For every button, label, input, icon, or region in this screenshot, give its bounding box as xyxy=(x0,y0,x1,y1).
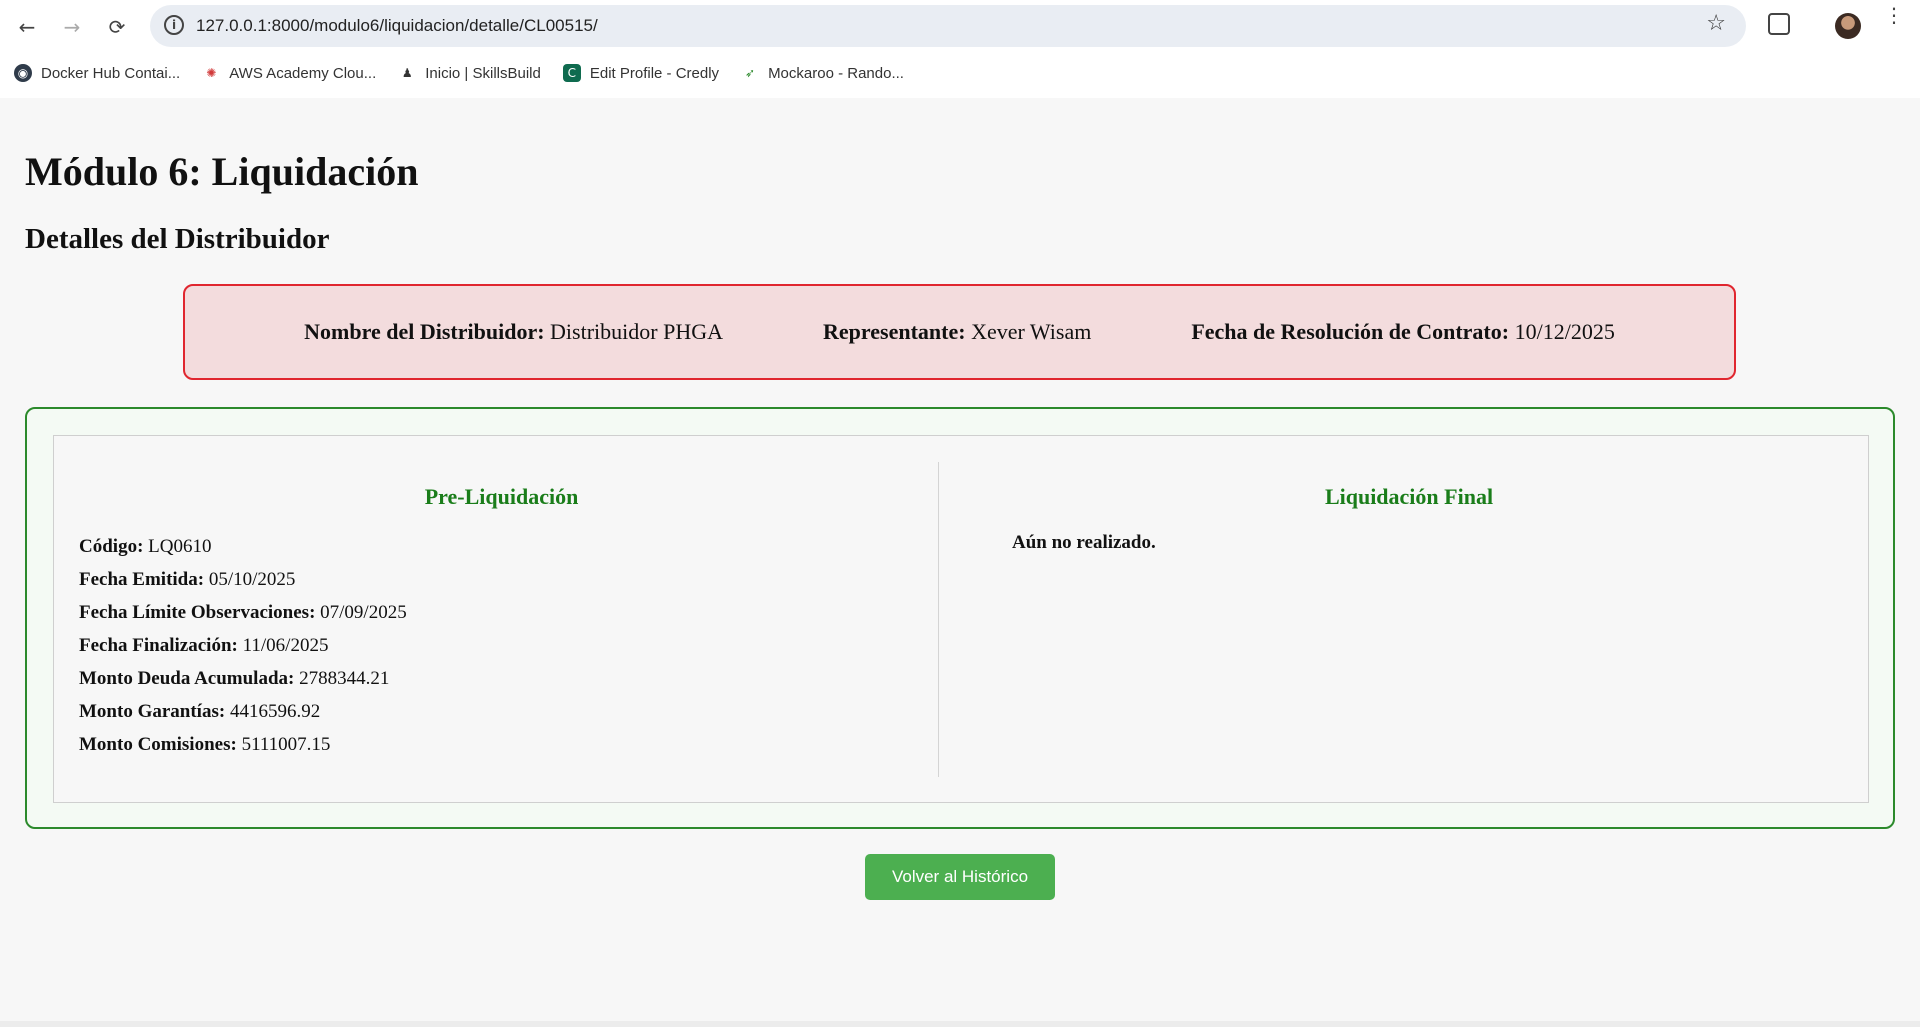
site-info-icon[interactable]: i xyxy=(164,15,184,35)
extensions-icon[interactable] xyxy=(1768,13,1790,35)
forward-arrow-icon[interactable]: → xyxy=(55,10,89,44)
field-value: 4416596.92 xyxy=(229,701,321,722)
field-value: 2788344.21 xyxy=(299,668,390,689)
field-monto-deuda: Monto Deuda Acumulada: 2788344.21 xyxy=(79,662,924,695)
browser-chrome: ← → ⟳ i 127.0.0.1:8000/modulo6/liquidaci… xyxy=(0,0,1920,98)
column-divider xyxy=(938,462,939,777)
liquidation-columns: Pre-Liquidación Código: LQ0610 Fecha Emi… xyxy=(53,435,1869,803)
field-label: Nombre del Distribuidor: xyxy=(304,319,545,344)
page-title: Módulo 6: Liquidación xyxy=(25,149,419,194)
bookmark-label: AWS Academy Clou... xyxy=(229,64,377,82)
bookmark-label: Docker Hub Contai... xyxy=(41,64,181,82)
bookmark-credly[interactable]: C Edit Profile - Credly xyxy=(562,64,720,82)
final-liquidation-status: Aún no realizado. xyxy=(1012,532,1156,553)
field-value: LQ0610 xyxy=(148,536,212,557)
bookmark-label: Inicio | SkillsBuild xyxy=(425,64,541,82)
back-to-history-button[interactable]: Volver al Histórico xyxy=(865,854,1055,900)
address-bar[interactable]: i 127.0.0.1:8000/modulo6/liquidacion/det… xyxy=(150,5,1746,47)
field-label: Fecha de Resolución de Contrato: xyxy=(1191,319,1510,344)
pre-liquidation-section: Pre-Liquidación Código: LQ0610 Fecha Emi… xyxy=(79,436,924,761)
distributor-representative: Representante: Xever Wisam xyxy=(823,319,1091,345)
page-subtitle: Detalles del Distribuidor xyxy=(25,223,330,255)
aws-academy-icon: ✺ xyxy=(202,64,221,82)
field-label: Fecha Límite Observaciones: xyxy=(79,602,316,623)
bookmark-aws-academy[interactable]: ✺ AWS Academy Clou... xyxy=(202,64,376,82)
final-liquidation-section: Liquidación Final Aún no realizado. xyxy=(974,436,1844,554)
credly-icon: C xyxy=(562,64,581,82)
field-monto-comisiones: Monto Comisiones: 5111007.15 xyxy=(79,728,924,761)
skillsbuild-icon: ♟ xyxy=(398,64,417,82)
field-label: Monto Garantías: xyxy=(79,701,226,722)
field-value: 05/10/2025 xyxy=(208,569,296,590)
bookmarks-bar: ◉ Docker Hub Contai... ✺ AWS Academy Clo… xyxy=(0,58,912,88)
field-codigo: Código: LQ0610 xyxy=(79,530,924,563)
bookmark-label: Mockaroo - Rando... xyxy=(768,64,904,82)
contract-resolution-date: Fecha de Resolución de Contrato: 10/12/2… xyxy=(1191,319,1614,345)
field-label: Fecha Emitida: xyxy=(79,569,205,590)
browser-menu-icon[interactable]: ⋮ xyxy=(1884,5,1904,25)
field-label: Representante: xyxy=(823,319,966,344)
page-bottom-edge xyxy=(0,1021,1920,1027)
bookmark-skillsbuild[interactable]: ♟ Inicio | SkillsBuild xyxy=(398,64,541,82)
reload-icon[interactable]: ⟳ xyxy=(100,10,134,44)
bookmark-mockaroo[interactable]: ➶ Mockaroo - Rando... xyxy=(741,64,904,82)
bookmark-star-icon[interactable]: ☆ xyxy=(1706,11,1726,36)
profile-avatar[interactable] xyxy=(1835,13,1861,39)
field-fecha-finalizacion: Fecha Finalización: 11/06/2025 xyxy=(79,629,924,662)
field-value: Distribuidor PHGA xyxy=(550,319,723,344)
bookmark-docker-hub[interactable]: ◉ Docker Hub Contai... xyxy=(14,64,180,82)
pre-liquidation-heading: Pre-Liquidación xyxy=(424,484,579,509)
field-value: 10/12/2025 xyxy=(1514,319,1615,344)
field-value: 11/06/2025 xyxy=(242,635,329,656)
mockaroo-icon: ➶ xyxy=(741,64,760,82)
field-value: Xever Wisam xyxy=(971,319,1092,344)
distributor-info-box: Nombre del Distribuidor: Distribuidor PH… xyxy=(183,284,1736,380)
distributor-name: Nombre del Distribuidor: Distribuidor PH… xyxy=(304,319,723,345)
back-arrow-icon[interactable]: ← xyxy=(10,10,44,44)
field-value: 07/09/2025 xyxy=(320,602,407,623)
pre-liquidation-fields: Código: LQ0610 Fecha Emitida: 05/10/2025… xyxy=(79,530,924,761)
bookmark-label: Edit Profile - Credly xyxy=(589,64,720,82)
field-monto-garantias: Monto Garantías: 4416596.92 xyxy=(79,695,924,728)
docker-icon: ◉ xyxy=(14,64,32,82)
field-label: Monto Comisiones: xyxy=(79,734,237,755)
field-label: Código: xyxy=(79,536,144,557)
final-liquidation-heading: Liquidación Final xyxy=(1324,484,1494,509)
url-text[interactable]: 127.0.0.1:8000/modulo6/liquidacion/detal… xyxy=(196,16,598,36)
liquidation-panel: Pre-Liquidación Código: LQ0610 Fecha Emi… xyxy=(25,407,1895,829)
field-label: Monto Deuda Acumulada: xyxy=(79,668,295,689)
field-label: Fecha Finalización: xyxy=(79,635,238,656)
field-value: 5111007.15 xyxy=(241,734,331,755)
field-fecha-emitida: Fecha Emitida: 05/10/2025 xyxy=(79,563,924,596)
field-fecha-limite: Fecha Límite Observaciones: 07/09/2025 xyxy=(79,596,924,629)
